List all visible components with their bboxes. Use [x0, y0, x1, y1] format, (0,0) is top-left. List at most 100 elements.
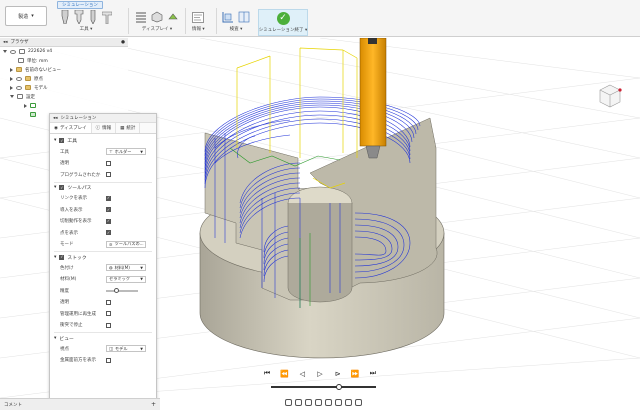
- slider-knob[interactable]: [114, 287, 120, 293]
- toolpath-mode-select[interactable]: ≋ツールパスの...▼: [106, 240, 146, 248]
- show-links-checkbox[interactable]: ✓: [106, 195, 111, 201]
- folder-icon: [25, 85, 31, 90]
- display-settings-icon[interactable]: [334, 399, 342, 406]
- chevron-down-icon: ▼: [140, 149, 143, 154]
- grid-icon[interactable]: [344, 399, 352, 406]
- toolpath-lines-icon: [136, 12, 146, 23]
- eye-icon[interactable]: [16, 76, 22, 81]
- tool-visible-checkbox[interactable]: ✓: [59, 138, 65, 143]
- pin-icon[interactable]: ●: [121, 40, 125, 45]
- accuracy-slider[interactable]: [106, 287, 138, 293]
- stock-visible-checkbox[interactable]: ✓: [59, 254, 65, 260]
- step-back-icon[interactable]: ◁: [297, 369, 307, 379]
- workspace-label: 製造: [18, 13, 29, 20]
- section-toolpath[interactable]: ▾ ✓ ツールパス: [54, 181, 152, 193]
- simulation-timeline[interactable]: [271, 384, 376, 390]
- stock-colorization-select[interactable]: ◍ 材料(M) ▼: [106, 264, 146, 272]
- field-label: 材料(M): [60, 277, 77, 283]
- skip-start-icon[interactable]: ⏮: [262, 369, 272, 379]
- tree-item-models[interactable]: モデル: [0, 83, 128, 92]
- expand-icon[interactable]: [10, 95, 14, 98]
- chevron-down-icon: ▾: [54, 254, 57, 260]
- collapse-icon[interactable]: ◂◂: [53, 116, 58, 121]
- tool-row: 工具 ⊤ ホルダー ▼: [54, 146, 152, 158]
- tab-info[interactable]: ⓘ 情報: [92, 123, 117, 133]
- stock-material-row: 材料(M) セラミック ▼: [54, 274, 152, 286]
- field-label: 衝突で停止: [60, 323, 83, 329]
- tool-programmed-checkbox[interactable]: [106, 172, 111, 178]
- tab-statistics[interactable]: ▦ 統計: [116, 123, 141, 133]
- expand-icon[interactable]: [10, 85, 13, 90]
- fit-icon[interactable]: [324, 399, 332, 406]
- collapse-icon[interactable]: ◂◂: [3, 40, 8, 45]
- tab-simulation[interactable]: シミュレーション: [57, 1, 103, 9]
- checkmark-icon: ✓: [276, 12, 290, 25]
- view-cube[interactable]: [598, 83, 622, 109]
- play-icon[interactable]: ▷: [315, 369, 325, 379]
- display-group[interactable]: ディスプレイ ▾: [135, 10, 179, 34]
- eye-icon[interactable]: [16, 85, 22, 90]
- tree-item-units[interactable]: 単位: mm: [0, 56, 128, 65]
- eye-icon[interactable]: [10, 49, 16, 54]
- show-leads-row: 導入を表示 ✓: [54, 204, 152, 216]
- chevron-down-icon: ▾: [31, 13, 34, 19]
- section-view[interactable]: ▾ ビュー: [54, 332, 152, 343]
- skip-end-icon[interactable]: ⏭: [368, 369, 378, 379]
- stop-on-collision-checkbox[interactable]: [106, 322, 111, 328]
- info-group[interactable]: 情報 ▾: [192, 10, 205, 34]
- next-operation-icon[interactable]: ⏩: [350, 369, 360, 379]
- add-comment-icon[interactable]: +: [151, 401, 156, 408]
- toolpath-visible-checkbox[interactable]: ✓: [59, 185, 65, 190]
- simulation-panel: ◂◂ シミュレーション ◉ ディスプレイ ⓘ 情報 ▦ 統計 ▾ ✓ 工具 工具 ⊤ ホ…: [49, 113, 157, 408]
- expand-icon[interactable]: [24, 103, 27, 108]
- tool-transparent-checkbox[interactable]: [106, 160, 111, 166]
- select-value: 材料(M): [114, 264, 130, 270]
- playback-controls: ⏮ ⏪ ◁ ▷ ⊳ ⏩ ⏭: [262, 368, 378, 379]
- tools-group[interactable]: 工具 ▾: [60, 10, 112, 34]
- comments-label: コメント: [4, 402, 22, 408]
- chevron-down-icon: ▾: [54, 185, 57, 190]
- tool-display-select[interactable]: ⊤ ホルダー ▼: [106, 148, 146, 156]
- tree-item-document[interactable]: 222626 v4: [0, 47, 128, 56]
- look-at-icon[interactable]: [294, 399, 302, 406]
- expand-icon[interactable]: [3, 50, 7, 53]
- simulation-panel-header: ◂◂ シミュレーション: [50, 114, 156, 123]
- show-leads-checkbox[interactable]: ✓: [106, 207, 111, 213]
- browser-panel: ◂◂ ブラウザ ● 222626 v4 単位: mm 名前のないビュー 原点 モ…: [0, 38, 128, 117]
- step-forward-icon[interactable]: ⊳: [333, 369, 343, 379]
- tree-item-named-views[interactable]: 名前のないビュー: [0, 65, 128, 74]
- tab-label: 統計: [126, 126, 136, 131]
- section-label: ストック: [67, 255, 87, 261]
- pan-icon[interactable]: [304, 399, 312, 406]
- finish-simulation-button[interactable]: ✓ シミュレーション終了 ▾: [258, 9, 308, 36]
- show-cutting-moves-checkbox[interactable]: ✓: [106, 218, 111, 224]
- viewports-icon[interactable]: [354, 399, 362, 406]
- expand-icon[interactable]: [10, 76, 13, 81]
- prev-operation-icon[interactable]: ⏪: [280, 369, 290, 379]
- expand-icon[interactable]: [10, 67, 13, 72]
- tab-display[interactable]: ◉ ディスプレイ: [50, 123, 92, 133]
- stock-transparent-row: 透明: [54, 297, 152, 309]
- stock-regenerate-checkbox[interactable]: [106, 311, 111, 317]
- section-stock[interactable]: ▾ ✓ ストック: [54, 251, 152, 262]
- info-label: 情報: [192, 27, 201, 32]
- stats-icon: ▦: [120, 125, 125, 131]
- stock-material-icon: [168, 13, 178, 20]
- section-tool[interactable]: ▾ ✓ 工具: [54, 135, 152, 146]
- show-points-checkbox[interactable]: ✓: [106, 230, 111, 236]
- stock-material-select[interactable]: セラミック ▼: [106, 275, 146, 283]
- tree-item-setup-child[interactable]: [0, 101, 128, 110]
- comments-bar[interactable]: コメント +: [0, 398, 160, 410]
- view-metal-checkbox[interactable]: [106, 357, 111, 363]
- drill-icon: [90, 10, 96, 24]
- tree-item-setups[interactable]: 設定: [0, 92, 128, 101]
- zoom-icon[interactable]: [314, 399, 322, 406]
- chevron-down-icon: ▼: [140, 346, 143, 351]
- divider: [216, 8, 217, 34]
- workspace-switcher[interactable]: 製造 ▾: [5, 6, 47, 26]
- tree-item-origin[interactable]: 原点: [0, 74, 128, 83]
- orbit-icon[interactable]: [284, 399, 292, 406]
- stock-transparent-checkbox[interactable]: [106, 299, 111, 305]
- view-point-select[interactable]: ◫ モデル ▼: [106, 345, 146, 353]
- inspect-group[interactable]: 検査 ▾: [222, 10, 250, 34]
